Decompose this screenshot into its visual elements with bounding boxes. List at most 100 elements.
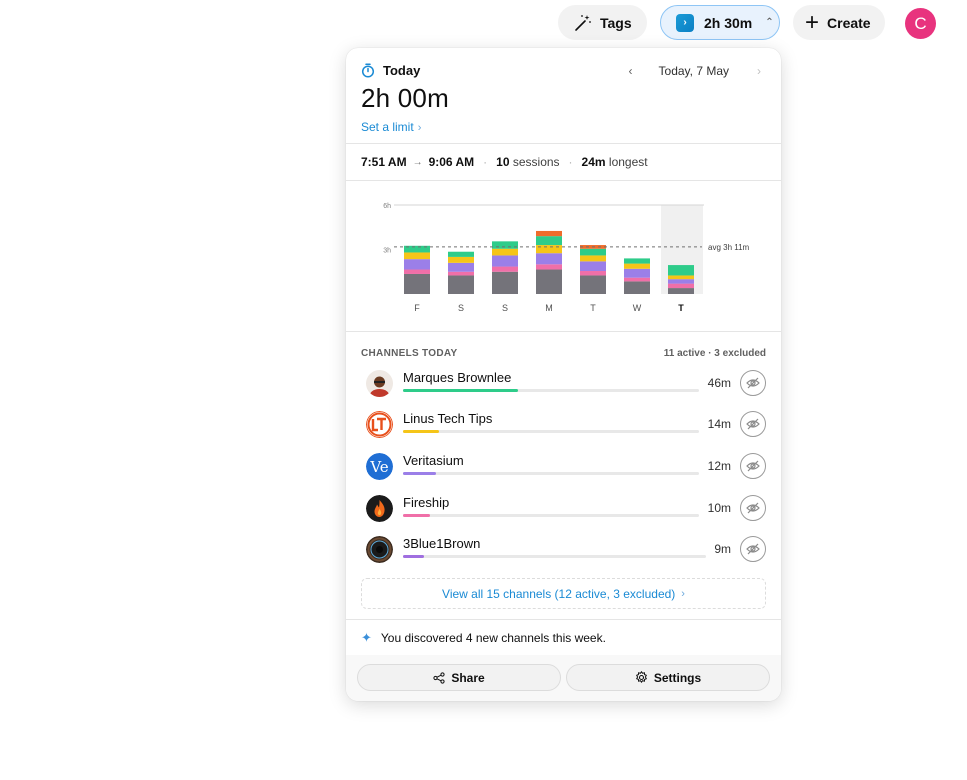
- x-tick-label: F: [414, 303, 420, 313]
- bar-segment: [668, 288, 694, 294]
- channel-name: 3Blue1Brown: [403, 536, 481, 551]
- bar-segment: [668, 279, 694, 284]
- bar-segment: [448, 271, 474, 276]
- panel-footer: Share Settings: [346, 655, 781, 701]
- x-tick-label: S: [458, 303, 464, 313]
- channel-share-bar: [403, 389, 519, 392]
- marques-avatar-icon: [366, 370, 393, 397]
- channel-share-track: [403, 389, 699, 392]
- bar-segment: [492, 255, 518, 267]
- channel-name: Linus Tech Tips: [403, 411, 493, 426]
- set-limit-link[interactable]: Set a limit ›: [361, 120, 421, 134]
- x-tick-label: T: [590, 303, 596, 313]
- channel-row[interactable]: Linus Tech Tips 14m: [366, 409, 766, 441]
- share-icon: [433, 671, 445, 684]
- channel-share-bar: [403, 472, 436, 475]
- exclude-channel-button[interactable]: [740, 370, 766, 396]
- bar-segment: [536, 236, 562, 246]
- magic-wand-icon: [575, 14, 591, 31]
- bar-segment: [448, 251, 474, 257]
- session-end: 9:06 AM: [428, 155, 475, 169]
- bar-segment: [448, 256, 474, 263]
- session-start: 7:51 AM: [361, 155, 407, 169]
- channel-duration: 46m: [707, 376, 731, 390]
- panel-header: Today ‹ Today, 7 May › 2h 00m Set a limi…: [346, 48, 781, 144]
- channel-share-track: [403, 514, 699, 517]
- channels-heading: CHANNELS TODAY: [361, 348, 458, 359]
- plus-icon: +: [805, 8, 820, 36]
- discovery-text: You discovered 4 new channels this week.: [380, 630, 606, 645]
- channel-share-track: [403, 555, 706, 558]
- bar-segment: [536, 253, 562, 265]
- average-label: avg 3h 11m: [708, 243, 750, 252]
- bar-segment: [580, 271, 606, 276]
- eye-off-icon: [746, 502, 760, 514]
- date-navigator: ‹ Today, 7 May ›: [629, 64, 761, 78]
- bar-segment: [448, 275, 474, 294]
- range-arrow: →: [412, 156, 423, 168]
- eye-off-icon: [746, 460, 760, 472]
- channel-share-track: [403, 472, 699, 475]
- view-all-channels-button[interactable]: View all 15 channels (12 active, 3 exclu…: [361, 578, 766, 609]
- channel-share-bar: [403, 514, 430, 517]
- prev-day-chevron-icon[interactable]: ‹: [629, 64, 633, 78]
- chevron-right-icon: ›: [417, 122, 422, 134]
- bar-segment: [492, 271, 518, 294]
- next-day-chevron-icon[interactable]: ›: [757, 64, 761, 78]
- channel-row[interactable]: Marques Brownlee 46m: [366, 368, 766, 400]
- total-watch-time: 2h 00m: [361, 83, 449, 113]
- session-count-suffix: sessions: [512, 155, 560, 169]
- veritasium-logo-icon: Ve: [366, 453, 393, 480]
- bar-segment: [668, 283, 694, 289]
- longest-suffix: longest: [608, 155, 648, 169]
- bar-segment: [668, 275, 694, 280]
- exclude-channel-button[interactable]: [740, 536, 766, 562]
- date-label: Today, 7 May: [658, 64, 729, 78]
- channel-duration: 10m: [707, 501, 731, 515]
- watch-time-panel: Today ‹ Today, 7 May › 2h 00m Set a limi…: [346, 48, 781, 701]
- eye-off-icon: [746, 418, 760, 430]
- user-avatar[interactable]: C: [905, 8, 936, 39]
- bar-segment: [580, 255, 606, 262]
- bar-segment: [404, 259, 430, 270]
- settings-button[interactable]: Settings: [566, 664, 770, 691]
- channel-row[interactable]: Fireship 10m: [366, 493, 766, 525]
- x-tick-label: M: [545, 303, 553, 313]
- weekly-chart: 6h 3h F S S M T W Tavg 3h 11m: [346, 181, 781, 332]
- x-tick-label: W: [633, 303, 642, 313]
- channel-share-bar: [403, 430, 439, 433]
- bar-segment: [536, 245, 562, 254]
- extension-logo-icon: ›: [676, 13, 694, 32]
- bar-segment: [536, 269, 562, 294]
- exclude-channel-button[interactable]: [740, 411, 766, 437]
- channel-duration: 14m: [707, 417, 731, 431]
- bar-segment: [624, 263, 650, 269]
- bar-segment: [536, 264, 562, 270]
- exclude-channel-button[interactable]: [740, 495, 766, 521]
- bar-segment: [580, 248, 606, 256]
- today-label: Today: [383, 63, 421, 78]
- y-tick-label: 3h: [383, 248, 391, 255]
- y-tick-label: 6h: [383, 203, 391, 210]
- bar-segment: [404, 269, 430, 274]
- share-label: Share: [451, 670, 485, 685]
- avatar-letter: C: [914, 13, 927, 33]
- x-tick-label: S: [502, 303, 508, 313]
- channel-row[interactable]: Ve Veritasium 12m: [366, 451, 766, 483]
- create-button[interactable]: + Create: [793, 5, 885, 40]
- discovery-banner: ✦ You discovered 4 new channels this wee…: [346, 619, 781, 655]
- exclude-channel-button[interactable]: [740, 453, 766, 479]
- bar-segment: [580, 261, 606, 272]
- tags-button[interactable]: Tags: [558, 5, 647, 40]
- session-count: 10: [496, 155, 510, 169]
- bar-segment: [624, 277, 650, 282]
- watch-time-button[interactable]: › 2h 30m ⌃: [660, 5, 780, 40]
- fireship-logo-icon: [366, 495, 393, 522]
- bar-segment: [492, 248, 518, 256]
- bar-segment: [536, 230, 562, 237]
- bar-segment: [668, 265, 694, 276]
- share-button[interactable]: Share: [357, 664, 561, 691]
- tags-label: Tags: [600, 14, 632, 31]
- channel-row[interactable]: 3Blue1Brown 9m: [366, 534, 766, 566]
- bar-segment: [448, 262, 474, 272]
